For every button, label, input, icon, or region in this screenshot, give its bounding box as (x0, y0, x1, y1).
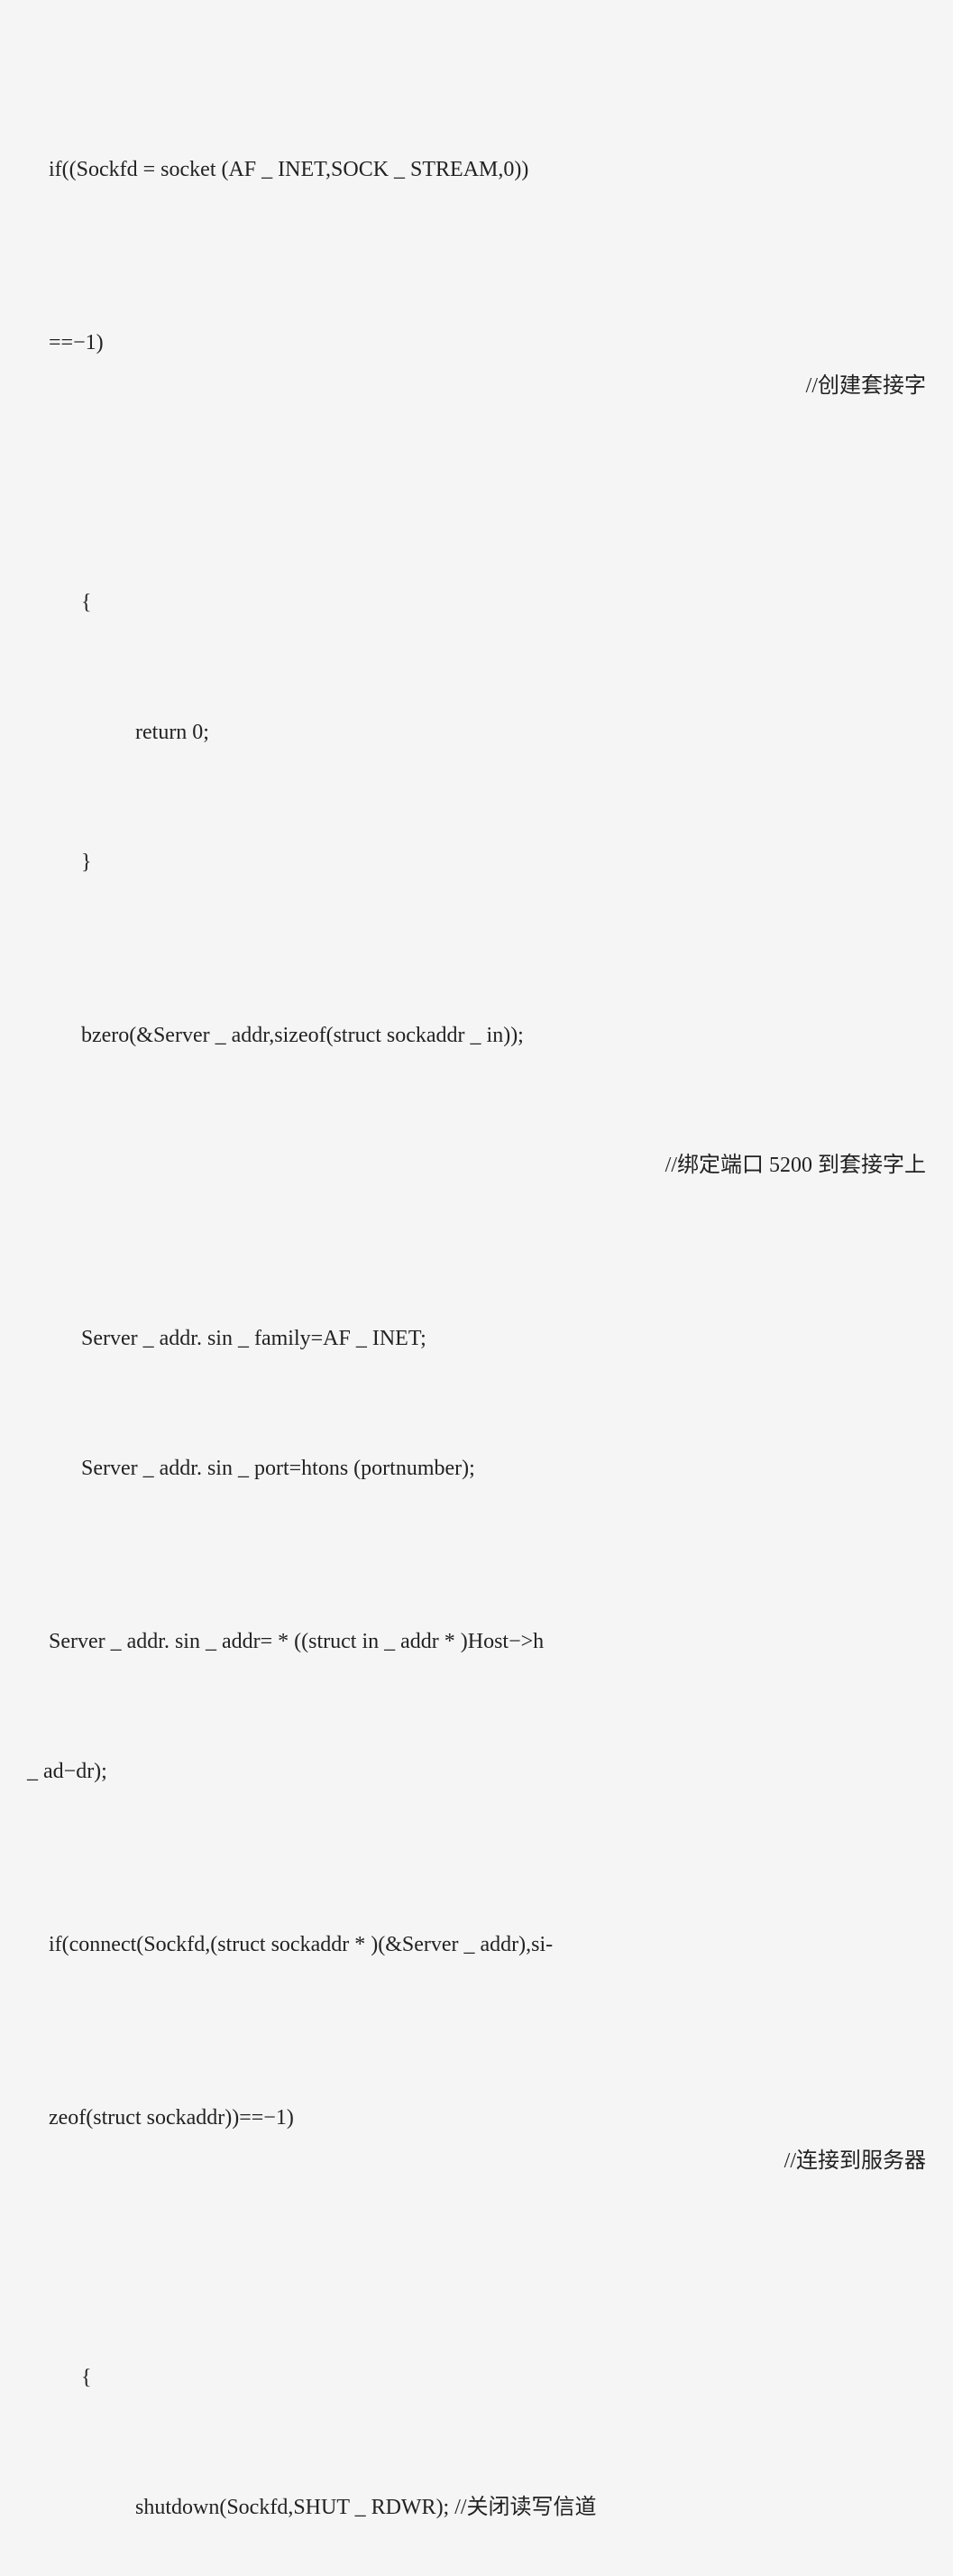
code-line: { (27, 2356, 926, 2399)
code-line: _ ad−dr); (27, 1750, 926, 1793)
code-line: Server _ addr. sin _ family=AF _ INET; (27, 1317, 926, 1360)
code-line: return 0; (27, 711, 926, 754)
code-line: if((Sockfd = socket (AF _ INET,SOCK _ ST… (27, 148, 926, 191)
code-line: if(connect(Sockfd,(struct sockaddr * )(&… (27, 1923, 926, 1966)
code-line: Server _ addr. sin _ addr= * ((struct in… (27, 1620, 926, 1663)
code-line: } (27, 841, 926, 884)
code-comment: //绑定端口 5200 到套接字上 (27, 1144, 926, 1187)
code-line: bzero(&Server _ addr,sizeof(struct socka… (27, 1014, 926, 1057)
code-line: { (27, 581, 926, 624)
code-comment: //创建套接字 (806, 364, 926, 408)
code-line: Server _ addr. sin _ port=htons (portnum… (27, 1447, 926, 1490)
code-text: zeof(struct sockaddr))==−1) (49, 2106, 294, 2130)
code-text: ==−1) (49, 331, 104, 354)
code-comment: //连接到服务器 (784, 2139, 926, 2183)
code-line: zeof(struct sockaddr))==−1) //连接到服务器 (27, 2053, 926, 2226)
code-block: if((Sockfd = socket (AF _ INET,SOCK _ ST… (27, 18, 926, 2576)
code-line: shutdown(Sockfd,SHUT _ RDWR); //关闭读写信道 (27, 2486, 926, 2529)
code-line: ==−1) //创建套接字 (27, 278, 926, 451)
